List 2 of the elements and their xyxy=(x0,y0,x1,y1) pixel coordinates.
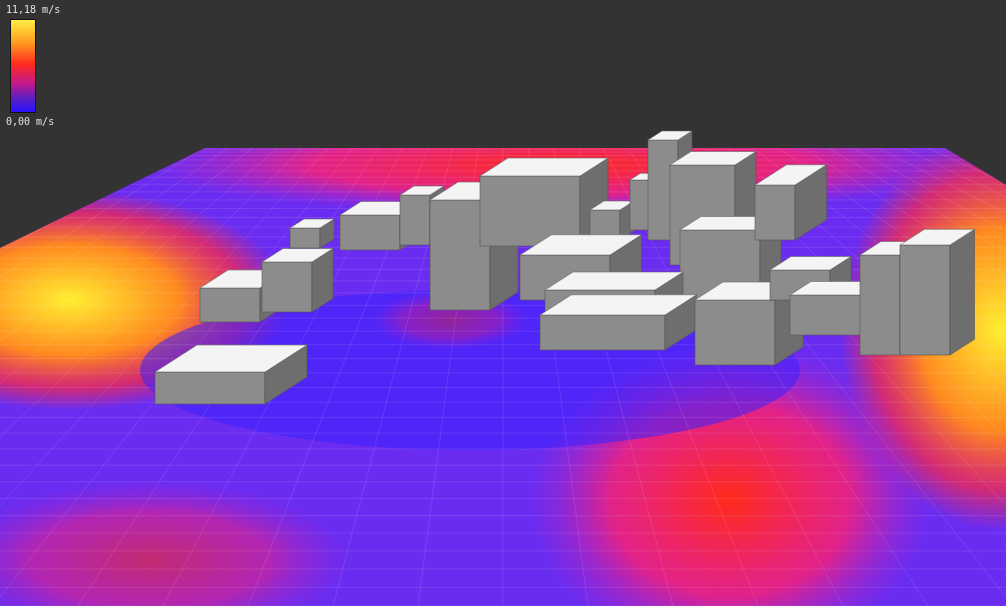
legend-max-label: 11,18 m/s xyxy=(6,4,61,16)
legend-min-label: 0,00 m/s xyxy=(6,116,56,128)
